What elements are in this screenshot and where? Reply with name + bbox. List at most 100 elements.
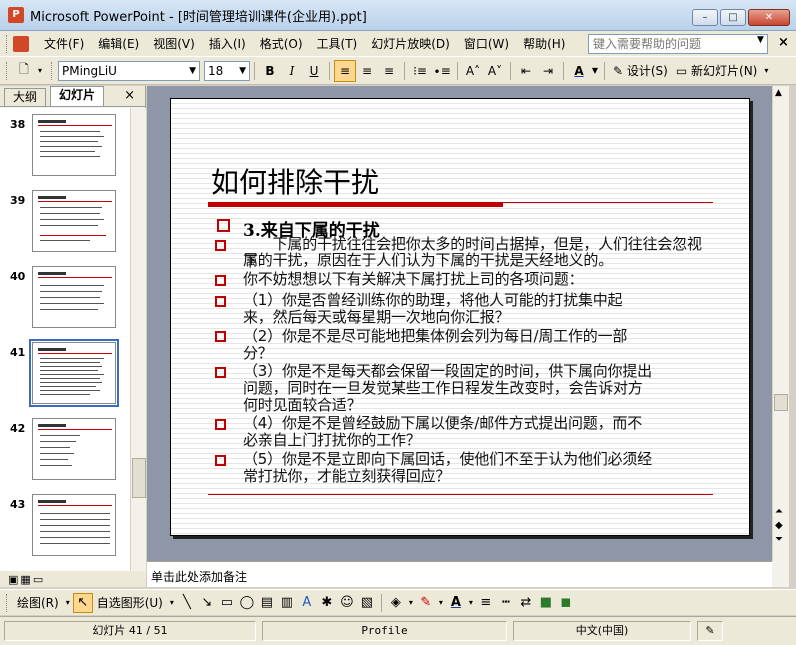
toolbar-grip[interactable] [6, 593, 9, 612]
body-line[interactable]: 来，然后每天或每星期一次地向你汇报？ [243, 309, 713, 326]
diagram-icon[interactable]: ✱ [317, 593, 337, 613]
slide-title[interactable]: 如何排除干扰 [211, 161, 379, 201]
increase-font-icon[interactable]: A˄ [462, 60, 484, 82]
toolbar-grip[interactable] [51, 61, 54, 80]
close-icon[interactable]: × [124, 88, 135, 103]
slide-thumbnail-selected[interactable] [29, 339, 119, 407]
font-size-select[interactable]: 18 ▼ [204, 60, 250, 81]
chevron-down-icon[interactable]: ▼ [757, 35, 764, 45]
thumbnail-item[interactable]: 43 [0, 494, 130, 560]
select-pointer-icon[interactable]: ↖ [72, 592, 93, 613]
fill-color-icon[interactable]: ◈ [386, 593, 406, 613]
italic-button[interactable]: I [281, 60, 303, 82]
chevron-down-icon[interactable]: ▾ [167, 593, 177, 613]
toolbar-grip[interactable] [6, 34, 9, 53]
next-slide-icon[interactable]: ⏷ [775, 534, 783, 545]
previous-slide-icon[interactable]: ⏶ [775, 506, 783, 517]
font-color-icon[interactable]: A [446, 593, 466, 613]
thumbnail-scrollbar[interactable] [130, 108, 146, 571]
menu-insert[interactable]: 插入(I) [202, 33, 253, 55]
body-line[interactable]: 属的干扰，原因在于人们认为下属的干扰是天经地义的。 [243, 252, 713, 269]
new-document-icon[interactable]: 🗋 [13, 60, 35, 82]
body-line[interactable]: 常打扰你，才能立刻获得回应？ [243, 468, 713, 485]
decrease-font-icon[interactable]: A˅ [484, 60, 506, 82]
menu-window[interactable]: 窗口(W) [457, 33, 516, 55]
document-icon[interactable] [13, 35, 29, 52]
arrow-style-icon[interactable]: ⇄ [516, 593, 536, 613]
line-tool-icon[interactable]: ╲ [177, 593, 197, 613]
scrollbar-thumb[interactable] [132, 458, 146, 498]
thumbnail-item[interactable]: 38 [0, 114, 130, 180]
line-color-icon[interactable]: ✎ [416, 593, 436, 613]
wordart-icon[interactable]: A [297, 593, 317, 613]
decrease-indent-icon[interactable]: ⇤ [515, 60, 537, 82]
body-line[interactable]: 问题，同时在一旦发觉某些工作日程发生改变时，会告诉对方 [243, 380, 713, 397]
select-object-icon[interactable]: ◆ [775, 520, 783, 531]
textbox-icon[interactable]: ▤ [257, 593, 277, 613]
align-center-icon[interactable]: ≡ [356, 60, 378, 82]
increase-indent-icon[interactable]: ⇥ [537, 60, 559, 82]
thumbnail-item[interactable]: 40 [0, 266, 130, 332]
tab-outline[interactable]: 大纲 [4, 88, 47, 106]
underline-button[interactable]: U [303, 60, 325, 82]
toolbar-grip[interactable] [6, 61, 9, 80]
chevron-down-icon[interactable]: ▾ [436, 593, 446, 613]
shadow-icon[interactable]: ■ [536, 593, 556, 613]
slide-thumbnail[interactable] [32, 114, 116, 176]
numbering-icon[interactable]: ⁝≡ [409, 60, 431, 82]
line-style-icon[interactable]: ≡ [476, 593, 496, 613]
body-line[interactable]: 你不妨想想以下有关解决下属打扰上司的各项问题： [243, 271, 713, 288]
tab-slides[interactable]: 幻灯片 [50, 86, 105, 106]
bullets-icon[interactable]: ∙≡ [431, 60, 453, 82]
align-left-icon[interactable]: ≡ [334, 59, 356, 82]
vertical-textbox-icon[interactable]: ▥ [277, 593, 297, 613]
slide-sorter-icon[interactable]: ▦ [20, 573, 30, 586]
minimize-button[interactable]: – [692, 9, 718, 26]
normal-view-icon[interactable]: ▣ [8, 573, 18, 586]
chevron-down-icon[interactable]: ▼ [590, 60, 600, 82]
menu-tools[interactable]: 工具(T) [310, 33, 365, 55]
menu-edit[interactable]: 编辑(E) [91, 33, 146, 55]
body-line[interactable]: 何时见面较合适？ [243, 397, 713, 414]
slide-scrollbar[interactable]: ▲ ⏶ ◆ ⏷ [772, 86, 789, 561]
thumbnail-item[interactable]: 41 [0, 339, 130, 408]
font-name-select[interactable]: PMingLiU ▼ [58, 60, 200, 81]
slide-thumbnail[interactable] [32, 494, 116, 556]
slideshow-icon[interactable]: ▭ [33, 573, 43, 586]
design-button[interactable]: ✎ 设计(S) [609, 62, 672, 79]
arrow-tool-icon[interactable]: ↘ [197, 593, 217, 613]
menu-slideshow[interactable]: 幻灯片放映(D) [364, 33, 457, 55]
bold-button[interactable]: B [259, 60, 281, 82]
body-line[interactable]: （3）你是不是每天都会保留一段固定的时间，供下属向你提出 [243, 363, 713, 380]
clipart-icon[interactable]: ☺ [337, 593, 357, 613]
scrollbar-thumb[interactable] [774, 394, 788, 411]
slide-thumbnail[interactable] [32, 266, 116, 328]
notes-pane[interactable]: 单击此处添加备注 [147, 561, 772, 587]
3d-style-icon[interactable]: ◼ [556, 593, 576, 613]
new-slide-button[interactable]: ▭ 新幻灯片(N) [672, 62, 762, 79]
draw-menu-button[interactable]: 绘图(R) [13, 592, 63, 614]
body-line[interactable]: （5）你是不是立即向下属回话，使他们不至于认为他们必须经 [243, 451, 713, 468]
chevron-down-icon[interactable]: ▾ [466, 593, 476, 613]
slide-thumbnail[interactable] [32, 418, 116, 480]
autoshapes-button[interactable]: 自选图形(U) [93, 592, 167, 614]
spelling-check-icon[interactable]: ✎ [697, 621, 723, 641]
body-line[interactable]: （4）你是不是曾经鼓励下属以便条/邮件方式提出问题，而不 [243, 415, 713, 432]
align-right-icon[interactable]: ≡ [378, 60, 400, 82]
body-line[interactable]: （2）你是不是尽可能地把集体例会列为每日/周工作的一部 [243, 328, 713, 345]
oval-tool-icon[interactable]: ◯ [237, 593, 257, 613]
chevron-down-icon[interactable]: ▾ [63, 593, 73, 613]
picture-icon[interactable]: ▧ [357, 593, 377, 613]
scroll-up-icon[interactable]: ▲ [775, 88, 782, 98]
document-close-button[interactable]: × [778, 35, 789, 50]
help-search-input[interactable]: 键入需要帮助的问题 [588, 34, 768, 54]
dash-style-icon[interactable]: ┅ [496, 593, 516, 613]
font-color-icon[interactable]: A [568, 60, 590, 82]
body-line[interactable]: 分？ [243, 345, 713, 362]
body-line[interactable]: （1）你是否曾经训练你的助理，将他人可能的打扰集中起 [243, 292, 713, 309]
slide-canvas[interactable]: 如何排除干扰 3.来自下属的干扰 下属的干扰往往会把你太多的时间占据掉，但是，人… [170, 98, 750, 536]
menu-file[interactable]: 文件(F) [37, 33, 91, 55]
toolbar-options-icon[interactable]: ▾ [35, 60, 45, 82]
chevron-down-icon[interactable]: ▾ [406, 593, 416, 613]
notes-scrollbar[interactable] [772, 561, 789, 587]
